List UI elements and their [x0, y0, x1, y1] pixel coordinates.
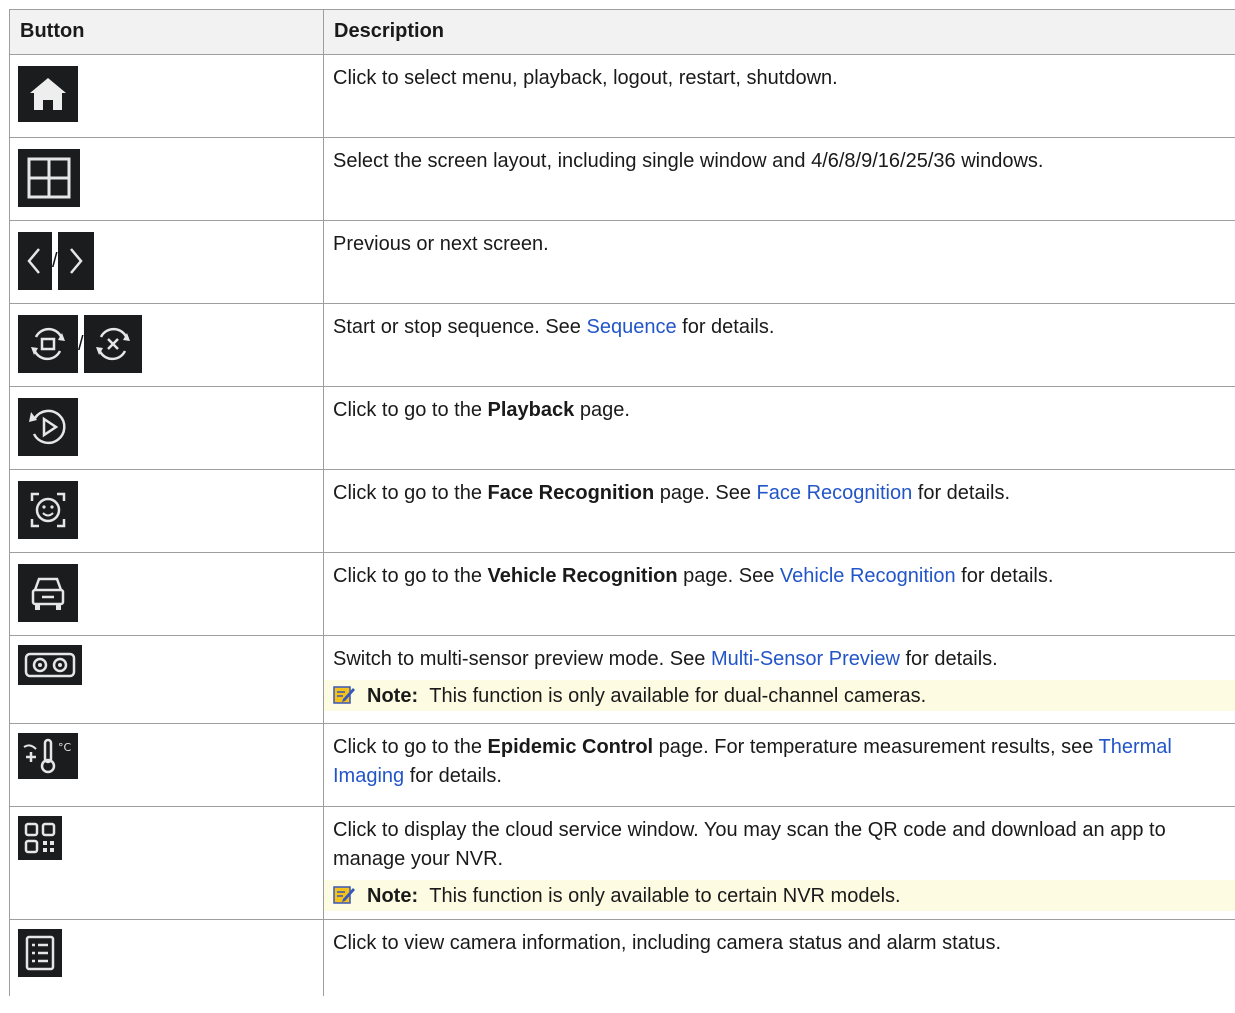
table-row: Click to select menu, playback, logout, … — [9, 54, 1235, 138]
table-row: / Previous or next screen. — [9, 220, 1235, 304]
chevron-right-icon[interactable] — [57, 232, 94, 290]
description-cell: Select the screen layout, including sing… — [323, 137, 1235, 221]
description-post: page. — [574, 399, 630, 421]
vehicle-recognition-link[interactable]: Vehicle Recognition — [780, 565, 956, 587]
description-post: for details. — [912, 482, 1011, 504]
description-cell: Click to go to the Face Recognition page… — [323, 469, 1235, 553]
grid-layout-icon — [18, 149, 80, 207]
note-text: This function is only available for dual… — [429, 685, 927, 707]
description-text: Previous or next screen. — [333, 233, 549, 255]
vehicle-recognition-icon — [18, 564, 78, 622]
button-cell: °C — [9, 723, 324, 807]
table-row: Select the screen layout, including sing… — [9, 137, 1235, 221]
column-header-button: Button — [9, 9, 324, 55]
description-cell: Click to go to the Epidemic Control page… — [323, 723, 1235, 807]
table-row: Switch to multi-sensor preview mode. See… — [9, 635, 1235, 724]
description-mid: page. For temperature measurement result… — [653, 736, 1099, 758]
home-icon — [18, 66, 78, 122]
button-cell — [9, 552, 324, 636]
description-cell: Click to go to the Vehicle Recognition p… — [323, 552, 1235, 636]
description-cell: Click to view camera information, includ… — [323, 919, 1235, 996]
description-post: for details. — [955, 565, 1054, 587]
button-cell — [9, 469, 324, 553]
note-box: Note: This function is only available to… — [324, 880, 1235, 911]
description-mid: page. See — [677, 565, 780, 587]
note-label: Note: — [367, 685, 419, 707]
table-row: Click to view camera information, includ… — [9, 919, 1235, 996]
sequence-link[interactable]: Sequence — [587, 316, 677, 338]
description-post: for details. — [899, 648, 998, 670]
column-header-description: Description — [323, 9, 1235, 55]
description-cell: Click to display the cloud service windo… — [323, 806, 1235, 920]
description-pre: Click to go to the — [333, 399, 488, 421]
table-row: Click to display the cloud service windo… — [9, 806, 1235, 920]
button-cell: / — [9, 303, 324, 387]
face-recognition-icon — [18, 481, 78, 539]
description-pre: Click to go to the — [333, 736, 488, 758]
description-cell: Click to select menu, playback, logout, … — [323, 54, 1235, 138]
description-cell: Previous or next screen. — [323, 220, 1235, 304]
table-row: Click to go to the Vehicle Recognition p… — [9, 552, 1235, 636]
epidemic-control-icon: °C — [18, 733, 78, 779]
description-text: Select the screen layout, including sing… — [333, 150, 1044, 172]
playback-icon — [18, 398, 78, 456]
button-cell — [9, 635, 324, 724]
button-cell — [9, 54, 324, 138]
table-row: / Start or stop sequence. See Sequence f… — [9, 303, 1235, 387]
description-post: for details. — [404, 765, 502, 787]
note-box: Note: This function is only available fo… — [324, 680, 1235, 711]
description-cell: Click to go to the Playback page. — [323, 386, 1235, 470]
sequence-stop-icon[interactable] — [83, 315, 142, 373]
vehicle-recognition-page-name: Vehicle Recognition — [487, 565, 678, 587]
description-text: Click to display the cloud service windo… — [333, 819, 1166, 870]
chevron-left-icon[interactable] — [18, 232, 52, 290]
note-text: This function is only available to certa… — [429, 885, 901, 907]
epidemic-control-page-name: Epidemic Control — [487, 736, 654, 758]
description-text: Click to view camera information, includ… — [333, 932, 1002, 954]
description-cell: Switch to multi-sensor preview mode. See… — [323, 635, 1235, 724]
face-recognition-page-name: Face Recognition — [487, 482, 655, 504]
face-recognition-link[interactable]: Face Recognition — [757, 482, 913, 504]
description-pre: Click to go to the — [333, 482, 488, 504]
playback-page-name: Playback — [487, 399, 575, 421]
description-mid: page. See — [654, 482, 757, 504]
button-cell — [9, 386, 324, 470]
table-row: Click to go to the Playback page. — [9, 386, 1235, 470]
button-cell: / — [9, 220, 324, 304]
note-pencil-icon — [333, 885, 355, 905]
note-pencil-icon — [333, 685, 355, 705]
sequence-start-icon[interactable] — [18, 315, 78, 373]
table-header-row: Button Description — [9, 9, 1235, 55]
button-description-table: Button Description Click to select menu,… — [9, 9, 1235, 996]
description-cell: Start or stop sequence. See Sequence for… — [323, 303, 1235, 387]
multi-sensor-icon — [18, 645, 82, 685]
note-label: Note: — [367, 885, 419, 907]
multi-sensor-preview-link[interactable]: Multi-Sensor Preview — [711, 648, 900, 670]
description-pre: Click to go to the — [333, 565, 488, 587]
svg-text:°C: °C — [58, 741, 72, 754]
button-cell — [9, 919, 324, 996]
qr-code-icon — [18, 816, 62, 860]
description-pre: Switch to multi-sensor preview mode. See — [333, 648, 711, 670]
button-cell — [9, 137, 324, 221]
description-post: for details. — [676, 316, 775, 338]
camera-info-list-icon — [18, 929, 62, 977]
description-pre: Start or stop sequence. See — [333, 316, 587, 338]
table-row: Click to go to the Face Recognition page… — [9, 469, 1235, 553]
description-text: Click to select menu, playback, logout, … — [333, 67, 838, 89]
button-cell — [9, 806, 324, 920]
table-row: °C Click to go to the Epidemic Control p… — [9, 723, 1235, 807]
